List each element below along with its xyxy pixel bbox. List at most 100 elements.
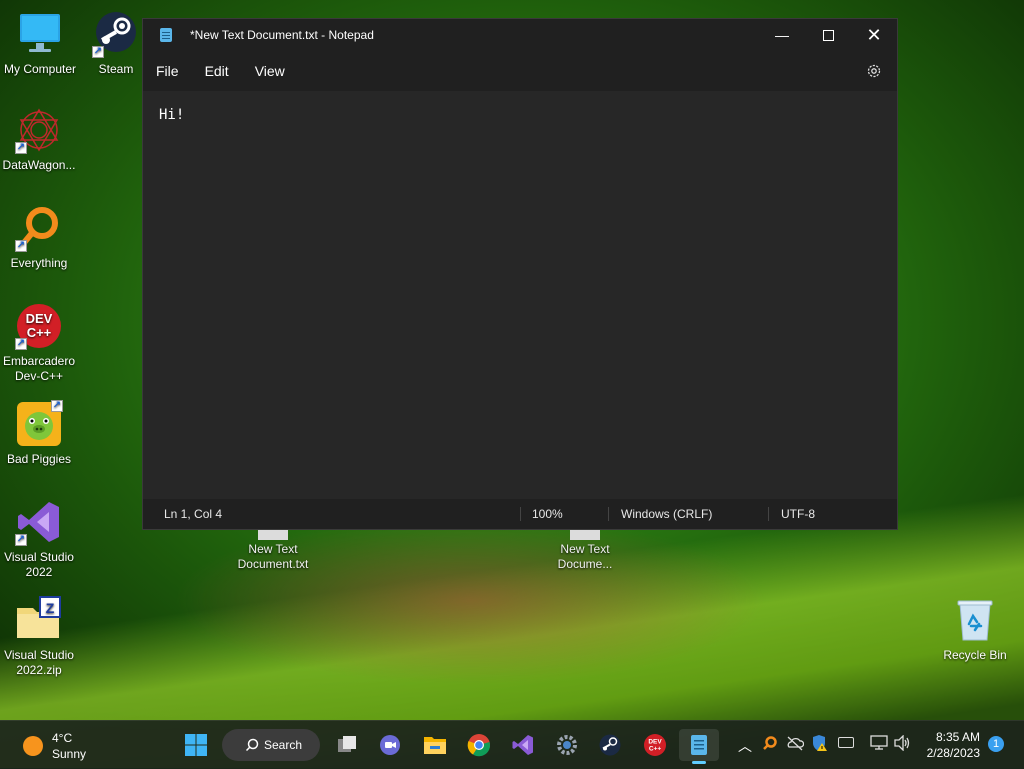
file-explorer-button[interactable] (419, 729, 451, 761)
menu-edit[interactable]: Edit (192, 63, 242, 79)
menu-view[interactable]: View (242, 63, 298, 79)
task-view-button[interactable] (331, 729, 363, 761)
search-label: Search (264, 738, 303, 752)
show-hidden-icons-chevron-icon[interactable]: ︿ (738, 736, 752, 756)
close-icon: ✕ (866, 24, 882, 45)
svg-text:DEV: DEV (26, 311, 53, 326)
recycle-bin-icon (951, 596, 999, 644)
svg-text:Z: Z (46, 600, 55, 616)
chrome-icon (467, 734, 491, 757)
desktop-icon-label: Recycle Bin (943, 648, 1007, 662)
status-divider (608, 507, 609, 521)
bad-piggies-icon: ↗ (15, 400, 63, 448)
desktop-icon-label: Visual Studio 2022 (4, 550, 74, 579)
visual-studio-icon (512, 735, 533, 755)
svg-text:C++: C++ (27, 325, 52, 340)
settings-icon (557, 735, 577, 755)
devcpp-icon: DEVC++ (644, 734, 666, 756)
everything-search-icon: ↗ (15, 204, 63, 252)
desktop-icon-vs-zip[interactable]: Z Visual Studio 2022.zip (0, 596, 79, 678)
volume-icon[interactable] (893, 734, 911, 752)
task-view-icon (338, 736, 356, 752)
desktop-icon-bad-piggies[interactable]: ↗ Bad Piggies (0, 400, 79, 467)
desktop-icon-visual-studio[interactable]: ↗ Visual Studio 2022 (0, 498, 79, 580)
desktop-icon-devcpp[interactable]: DEV C++ ↗ Embarcadero Dev-C++ (0, 302, 79, 384)
chrome-button[interactable] (463, 729, 495, 761)
desktop-icon-datawagon[interactable]: ↗ DataWagon... (0, 106, 79, 173)
settings-gear-icon[interactable] (865, 62, 883, 80)
steam-button[interactable] (594, 729, 626, 761)
datawagon-icon: ↗ (15, 106, 63, 154)
desktop-file-label: New Text Docume... (557, 542, 613, 571)
taskbar-search[interactable]: Search (222, 729, 320, 761)
network-icon[interactable] (870, 735, 888, 750)
svg-text:DEV: DEV (648, 739, 662, 746)
zip-archive-icon: Z (15, 596, 63, 644)
notification-badge[interactable]: 1 (988, 736, 1004, 752)
shortcut-arrow-icon: ↗ (15, 240, 27, 252)
desktop-file-new-text-document[interactable]: New Text Document.txt (231, 526, 315, 572)
notepad-icon (691, 735, 707, 755)
menu-file[interactable]: File (143, 63, 192, 79)
settings-button[interactable] (551, 729, 583, 761)
devcpp-button[interactable]: DEV C++ (639, 729, 671, 761)
desktop-icon-label: My Computer (3, 62, 77, 76)
shortcut-arrow-icon: ↗ (15, 534, 27, 546)
desktop-file-label: New Text Document.txt (237, 542, 309, 571)
notepad-window: *New Text Document.txt - Notepad — ✕ Fil… (142, 18, 898, 530)
weather-widget[interactable]: 4°C Sunny (20, 730, 100, 762)
minimize-button[interactable]: — (759, 19, 805, 51)
search-icon (245, 738, 259, 752)
clock[interactable]: 8:35 AM 2/28/2023 (920, 729, 982, 761)
desktop-icon-my-computer[interactable]: My Computer (0, 10, 80, 77)
visual-studio-icon: ↗ (15, 498, 63, 546)
windows-logo-icon (185, 734, 207, 756)
taskbar: 4°C Sunny Search DEV C++ ︿ 8:35 AM 2/28/… (0, 720, 1024, 769)
security-warning-icon[interactable] (811, 734, 827, 752)
shortcut-arrow-icon: ↗ (92, 46, 104, 58)
notepad-icon (160, 28, 172, 42)
shortcut-arrow-icon: ↗ (51, 400, 63, 412)
onedrive-offline-icon[interactable] (786, 735, 805, 751)
start-button[interactable] (180, 729, 212, 761)
desktop-icon-recycle-bin[interactable]: Recycle Bin (935, 596, 1015, 663)
everything-tray-icon[interactable] (762, 735, 778, 751)
zoom-level: 100% (532, 507, 563, 521)
maximize-icon (822, 29, 834, 41)
clock-date: 2/28/2023 (926, 746, 980, 760)
notepad-taskbar-button[interactable] (679, 729, 719, 764)
svg-text:C++: C++ (649, 746, 661, 753)
minimize-icon: — (775, 27, 789, 43)
line-ending: Windows (CRLF) (621, 507, 713, 521)
desktop-icon-label: Embarcadero Dev-C++ (2, 354, 76, 383)
clock-time: 8:35 AM (935, 730, 980, 744)
steam-icon (599, 734, 621, 756)
teams-chat-button[interactable] (374, 729, 406, 761)
shortcut-arrow-icon: ↗ (15, 338, 27, 350)
status-divider (520, 507, 521, 521)
menu-bar: File Edit View (143, 51, 897, 91)
visual-studio-button[interactable] (507, 729, 539, 761)
file-explorer-icon (424, 737, 446, 754)
window-title: *New Text Document.txt - Notepad (190, 28, 374, 42)
title-bar[interactable]: *New Text Document.txt - Notepad — ✕ (143, 19, 897, 51)
desktop-icon-label: Bad Piggies (6, 452, 72, 466)
desktop-icon-everything[interactable]: ↗ Everything (0, 204, 79, 271)
weather-condition: Sunny (52, 747, 87, 761)
monitor-icon (16, 10, 64, 58)
weather-temp: 4°C (52, 731, 73, 745)
status-bar: Ln 1, Col 4 100% Windows (CRLF) UTF-8 (143, 499, 897, 529)
desktop-icon-label: Visual Studio 2022.zip (4, 648, 74, 677)
text-editor-area[interactable]: Hi! (143, 91, 897, 499)
desktop-icon-label: Everything (10, 256, 68, 270)
active-app-indicator (692, 761, 706, 764)
keyboard-icon[interactable] (838, 737, 854, 748)
cursor-position: Ln 1, Col 4 (164, 507, 223, 521)
steam-icon: ↗ (92, 10, 140, 58)
desktop-file-new-text-document-2[interactable]: New Text Docume... (543, 526, 627, 572)
status-divider (768, 507, 769, 521)
maximize-button[interactable] (805, 19, 851, 51)
sun-icon (23, 736, 43, 756)
devcpp-icon: DEV C++ ↗ (15, 302, 63, 350)
close-button[interactable]: ✕ (851, 19, 897, 51)
